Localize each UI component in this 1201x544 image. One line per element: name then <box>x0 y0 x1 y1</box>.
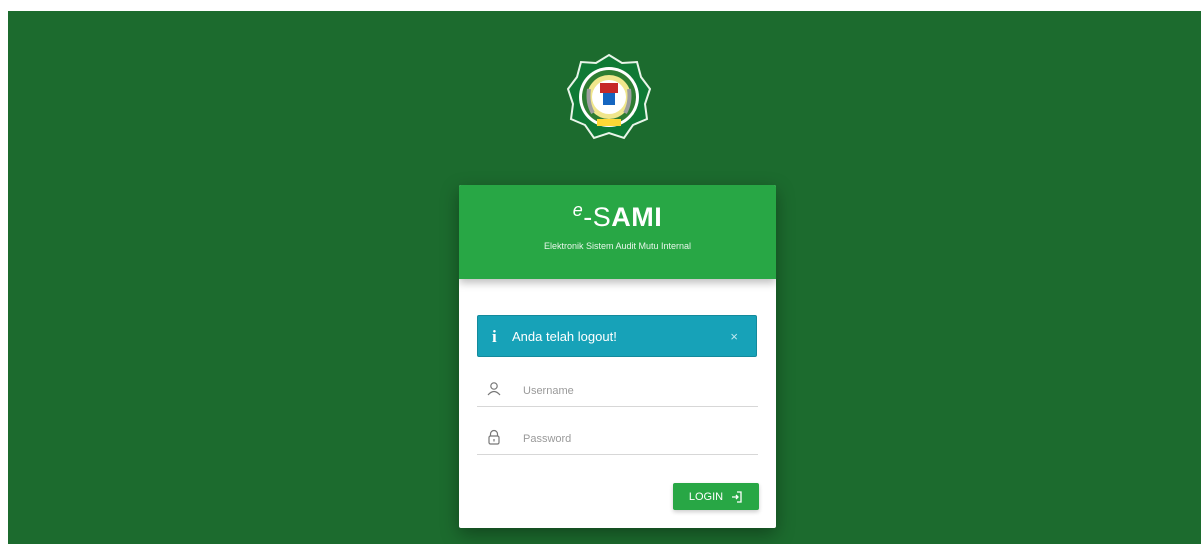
card-header: e-SAMI Elektronik Sistem Audit Mutu Inte… <box>459 185 776 279</box>
info-icon: i <box>492 327 497 346</box>
username-input[interactable] <box>521 379 755 403</box>
user-icon <box>487 382 501 396</box>
close-icon[interactable]: × <box>730 329 738 344</box>
page-background: e-SAMI Elektronik Sistem Audit Mutu Inte… <box>8 11 1201 544</box>
username-field <box>477 376 758 407</box>
alert-message: Anda telah logout! <box>512 329 617 344</box>
app-title-dash: - <box>583 202 593 232</box>
institution-emblem-logo <box>567 53 651 140</box>
app-title: e-SAMI <box>459 200 776 233</box>
logout-alert: i Anda telah logout! × <box>477 315 757 357</box>
login-card: e-SAMI Elektronik Sistem Audit Mutu Inte… <box>459 185 776 528</box>
login-button[interactable]: LOGIN <box>673 483 759 510</box>
password-input[interactable] <box>521 427 755 451</box>
app-title-s: S <box>592 202 612 232</box>
lock-icon <box>488 429 500 445</box>
login-button-label: LOGIN <box>688 490 724 503</box>
password-field <box>477 424 758 455</box>
app-title-prefix: e <box>572 200 584 220</box>
app-title-main: AMI <box>611 202 663 232</box>
app-tagline: Elektronik Sistem Audit Mutu Internal <box>543 241 692 251</box>
login-icon <box>732 490 742 503</box>
